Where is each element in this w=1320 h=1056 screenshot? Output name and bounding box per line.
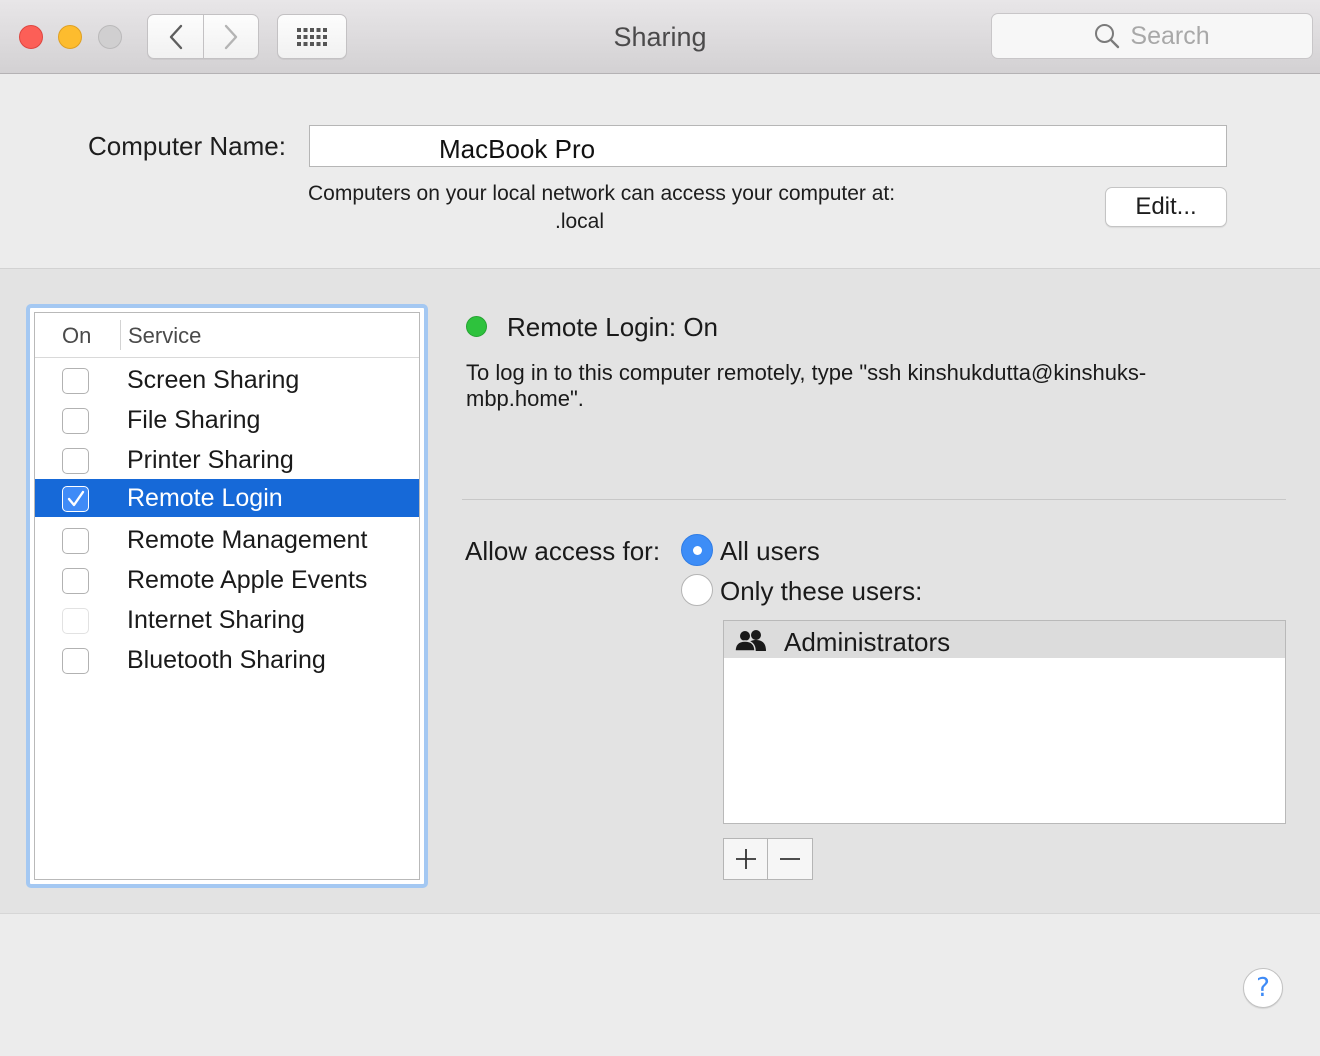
user-group-label: Administrators [784,627,951,657]
checkbox[interactable] [62,648,89,674]
service-label: Remote Login [127,484,283,512]
checkbox[interactable] [62,528,89,554]
service-row-printer-sharing[interactable]: Printer Sharing [35,441,419,479]
checkbox [62,608,89,634]
group-icon [734,630,766,651]
plus-icon [735,849,756,869]
local-address-text: .local [555,210,605,233]
ssh-instructions: To log in to this computer remotely, typ… [466,360,1147,411]
column-divider [120,320,121,350]
status-indicator [466,316,487,337]
checkbox[interactable] [62,568,89,594]
checkbox[interactable] [62,448,89,474]
service-status: Remote Login: On [507,312,719,342]
search-field[interactable]: Search [991,13,1313,59]
minus-icon [780,858,800,860]
search-placeholder: Search [1130,21,1210,50]
checkbox[interactable] [62,486,89,512]
service-label: Screen Sharing [127,366,300,394]
column-header-service[interactable]: Service [128,323,201,349]
service-label: Internet Sharing [127,606,305,634]
only-these-users-label[interactable]: Only these users: [720,576,922,607]
checkbox[interactable] [62,368,89,394]
list-item[interactable]: Administrators [724,621,1285,658]
title-bar: Sharing Search [0,0,1320,74]
computer-name-label: Computer Name: [88,131,286,161]
help-button[interactable]: ? [1243,968,1283,1008]
service-label: Bluetooth Sharing [127,646,326,674]
search-icon [1095,24,1120,49]
service-list[interactable]: On Service Screen Sharing File Sharing P… [26,304,428,888]
edit-button[interactable]: Edit... [1105,187,1227,227]
only-these-users-radio[interactable] [681,574,713,606]
service-row-internet-sharing[interactable]: Internet Sharing [35,601,419,639]
add-user-button[interactable] [724,839,768,879]
service-label: Remote Apple Events [127,566,368,594]
allow-access-label: Allow access for: [465,536,661,566]
service-row-remote-management[interactable]: Remote Management [35,521,419,559]
service-label: Printer Sharing [127,446,294,474]
service-label: Remote Management [127,526,368,554]
computer-name-field[interactable]: MacBook Pro [309,125,1227,167]
service-list-header: On Service [35,313,419,358]
service-label: File Sharing [127,406,261,434]
checkbox[interactable] [62,408,89,434]
service-row-remote-login[interactable]: Remote Login [35,479,419,517]
users-list[interactable]: Administrators [723,620,1286,824]
all-users-radio[interactable] [681,534,713,566]
checkmark-icon [67,490,85,507]
divider [462,499,1286,500]
remove-user-button[interactable] [768,839,812,879]
all-users-label[interactable]: All users [720,536,820,567]
network-access-text: Computers on your local network can acce… [308,182,896,205]
service-row-remote-apple-events[interactable]: Remote Apple Events [35,561,419,599]
service-row-bluetooth-sharing[interactable]: Bluetooth Sharing [35,641,419,679]
column-header-on[interactable]: On [62,323,91,349]
add-remove-group [723,838,813,880]
service-row-screen-sharing[interactable]: Screen Sharing [35,361,419,399]
service-row-file-sharing[interactable]: File Sharing [35,401,419,439]
